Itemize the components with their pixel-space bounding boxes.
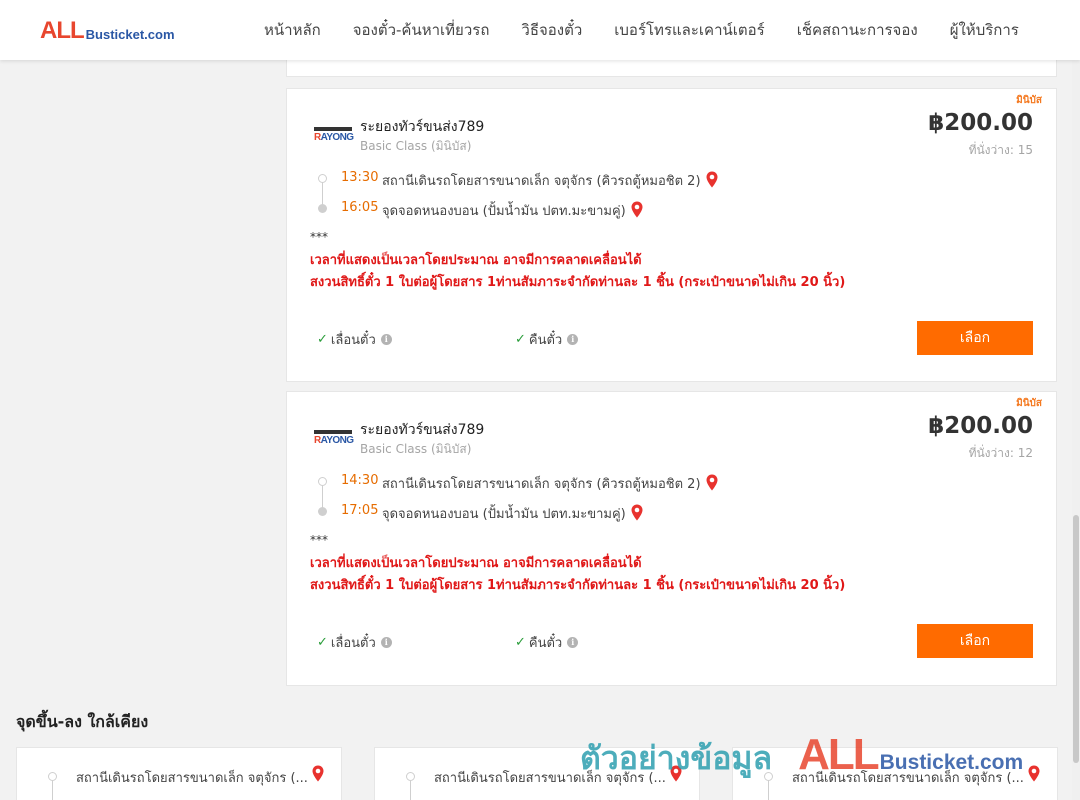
map-pin-icon[interactable] (631, 201, 643, 218)
nearby-stop-card[interactable]: สถานีเดินรถโดยสารขนาดเล็ก จตุจักร (... (374, 747, 700, 800)
stop-dot-icon (406, 772, 415, 781)
reschedule-feature[interactable]: ✓ เลื่อนตั๋ว i (317, 329, 392, 350)
previous-trip-card (286, 60, 1057, 77)
site-header: ALL Busticket.com หน้าหลัก จองตั๋ว-ค้นหา… (0, 0, 1080, 60)
bus-type-tag: มินิบัส (1016, 398, 1042, 409)
departure-dot-icon (318, 174, 327, 183)
map-pin-icon[interactable] (631, 504, 643, 521)
nav-operators[interactable]: ผู้ให้บริการ (950, 18, 1019, 42)
departure-place: สถานีเดินรถโดยสารขนาดเล็ก จตุจักร (คิวรถ… (382, 473, 718, 494)
arrival-dot-icon (318, 204, 327, 213)
arrival-place: จุดจอดหนองบอน (ปั้มน้ำมัน ปตท.มะขามคู่) (382, 503, 643, 524)
nav-how-to-book[interactable]: วิธีจองตั๋ว (521, 18, 582, 42)
info-icon[interactable]: i (567, 334, 579, 345)
map-pin-icon[interactable] (670, 765, 682, 782)
stop-timeline-line (768, 781, 769, 800)
check-icon: ✓ (317, 635, 328, 650)
stop-dot-icon (764, 772, 773, 781)
reschedule-feature[interactable]: ✓ เลื่อนตั๋ว i (317, 632, 392, 653)
seats-available: ที่นั่งว่าง: 15 (968, 143, 1033, 157)
map-pin-icon[interactable] (1028, 765, 1040, 782)
check-icon: ✓ (515, 332, 526, 347)
check-icon: ✓ (317, 332, 328, 347)
map-pin-icon[interactable] (706, 474, 718, 491)
arrival-dot-icon (318, 507, 327, 516)
map-pin-icon[interactable] (706, 171, 718, 188)
nearby-stop-card[interactable]: สถานีเดินรถโดยสารขนาดเล็ก จตุจักร (... (16, 747, 342, 800)
info-icon[interactable]: i (567, 637, 579, 648)
operator-logo: RAYONG (314, 127, 354, 145)
time-disclaimer: เวลาที่แสดงเป็นเวลาโดยประมาณ อาจมีการคลา… (310, 556, 642, 571)
site-logo[interactable]: ALL Busticket.com (40, 19, 175, 43)
map-pin-icon[interactable] (312, 765, 324, 782)
page-scrollbar[interactable] (1072, 60, 1080, 800)
logo-all-text: ALL (40, 17, 85, 44)
refund-feature[interactable]: ✓ คืนตั๋ว i (515, 329, 579, 350)
nearby-stop-name: สถานีเดินรถโดยสารขนาดเล็ก จตุจักร (... (434, 771, 666, 786)
note-stars: *** (310, 533, 328, 547)
stop-timeline-line (410, 781, 411, 800)
check-icon: ✓ (515, 635, 526, 650)
luggage-policy: สงวนสิทธิ์ตั๋ว 1 ใบต่อผู้โดยสาร 1ท่านสัม… (310, 578, 846, 593)
select-trip-button[interactable]: เลือก (917, 321, 1033, 355)
note-stars: *** (310, 230, 328, 244)
nav-booking-status[interactable]: เช็คสถานะการจอง (797, 18, 918, 42)
nav-book-search[interactable]: จองตั๋ว-ค้นหาเที่ยวรถ (353, 18, 490, 42)
scrollbar-thumb[interactable] (1073, 515, 1079, 763)
bus-class: Basic Class (มินิบัส) (360, 139, 472, 153)
arrival-time: 16:05 (341, 200, 379, 215)
bus-type-tag: มินิบัส (1016, 95, 1042, 106)
nearby-stops-title: จุดขึ้น-ลง ใกล้เคียง (16, 712, 149, 731)
operator-name: ระยองทัวร์ขนส่ง789 (360, 119, 485, 135)
nav-home[interactable]: หน้าหลัก (264, 18, 321, 42)
seats-available: ที่นั่งว่าง: 12 (968, 446, 1033, 460)
nearby-stop-name: สถานีเดินรถโดยสารขนาดเล็ก จตุจักร (... (792, 771, 1024, 786)
main-nav: หน้าหลัก จองตั๋ว-ค้นหาเที่ยวรถ วิธีจองตั… (248, 0, 1035, 60)
trip-card: มินิบัส RAYONG ระยองทัวร์ขนส่ง789 Basic … (286, 88, 1057, 382)
trip-price: ฿200.00 (928, 413, 1033, 439)
arrival-place: จุดจอดหนองบอน (ปั้มน้ำมัน ปตท.มะขามคู่) (382, 200, 643, 221)
bus-class: Basic Class (มินิบัส) (360, 442, 472, 456)
luggage-policy: สงวนสิทธิ์ตั๋ว 1 ใบต่อผู้โดยสาร 1ท่านสัม… (310, 275, 846, 290)
departure-time: 13:30 (341, 170, 379, 185)
nav-contact-counters[interactable]: เบอร์โทรและเคาน์เตอร์ (614, 18, 764, 42)
trip-price: ฿200.00 (928, 110, 1033, 136)
nearby-stop-card[interactable]: สถานีเดินรถโดยสารขนาดเล็ก จตุจักร (... (732, 747, 1058, 800)
stop-timeline-line (52, 781, 53, 800)
refund-feature[interactable]: ✓ คืนตั๋ว i (515, 632, 579, 653)
operator-name: ระยองทัวร์ขนส่ง789 (360, 422, 485, 438)
departure-dot-icon (318, 477, 327, 486)
time-disclaimer: เวลาที่แสดงเป็นเวลาโดยประมาณ อาจมีการคลา… (310, 253, 642, 268)
departure-place: สถานีเดินรถโดยสารขนาดเล็ก จตุจักร (คิวรถ… (382, 170, 718, 191)
logo-site-text: Busticket.com (85, 27, 175, 42)
operator-logo: RAYONG (314, 430, 354, 448)
select-trip-button[interactable]: เลือก (917, 624, 1033, 658)
info-icon[interactable]: i (380, 637, 392, 648)
trip-card: มินิบัส RAYONG ระยองทัวร์ขนส่ง789 Basic … (286, 391, 1057, 686)
stop-dot-icon (48, 772, 57, 781)
departure-time: 14:30 (341, 473, 379, 488)
nearby-stop-name: สถานีเดินรถโดยสารขนาดเล็ก จตุจักร (... (76, 771, 308, 786)
arrival-time: 17:05 (341, 503, 379, 518)
info-icon[interactable]: i (380, 334, 392, 345)
